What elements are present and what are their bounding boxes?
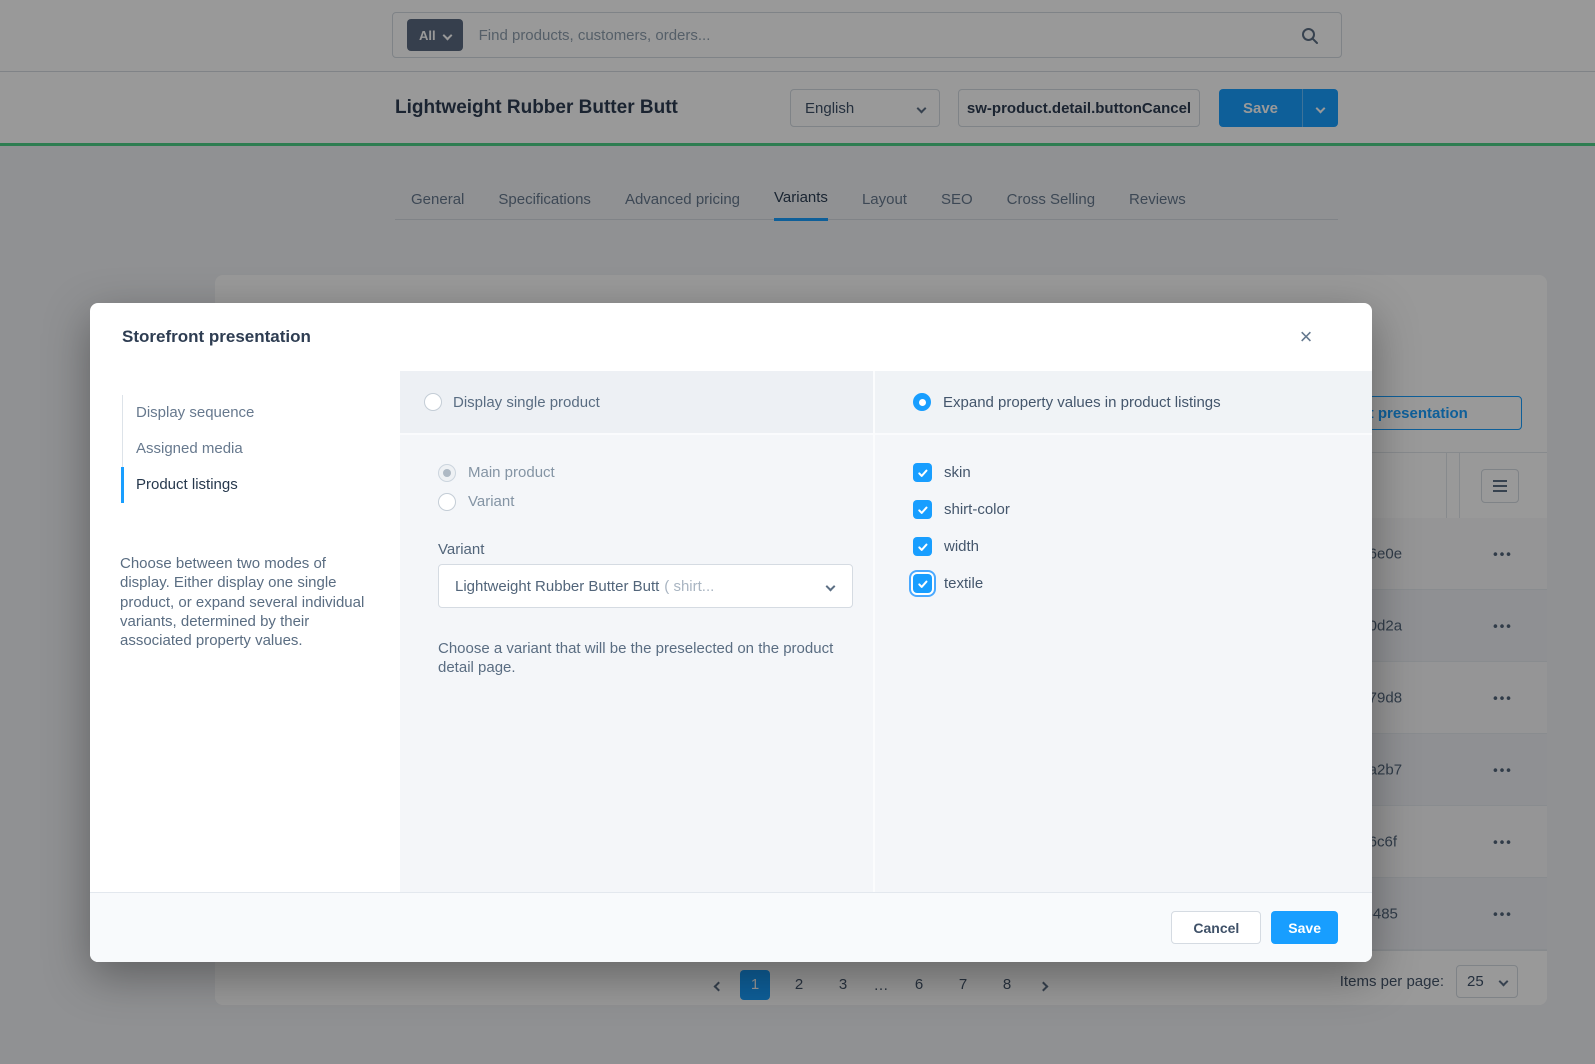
- variant-select[interactable]: Lightweight Rubber Butter Butt ( shirt..…: [438, 564, 853, 608]
- variant-select-label: Variant: [438, 541, 843, 560]
- display-single-product-label: Display single product: [453, 394, 600, 411]
- check-icon: [917, 467, 929, 479]
- expand-properties-column-header: Expand property values in product listin…: [875, 371, 1372, 435]
- property-label: skin: [944, 464, 971, 481]
- variant-radio-label: Variant: [468, 493, 514, 510]
- modal-body: Display sequence Assigned media Product …: [90, 371, 1372, 892]
- check-icon: [917, 504, 929, 516]
- property-checkbox-width[interactable]: [913, 537, 932, 556]
- modal-nav-assigned-media[interactable]: Assigned media: [123, 431, 352, 467]
- single-product-column: Display single product Main product Vari…: [400, 371, 875, 892]
- property-checkbox-textile[interactable]: [913, 574, 932, 593]
- check-icon: [917, 578, 929, 590]
- modal-nav-display-sequence[interactable]: Display sequence: [123, 395, 352, 431]
- main-product-radio[interactable]: [438, 464, 456, 482]
- display-single-product-radio[interactable]: [424, 393, 442, 411]
- expand-property-values-radio[interactable]: [913, 393, 931, 411]
- modal-cancel-button[interactable]: Cancel: [1171, 911, 1261, 944]
- close-button[interactable]: ×: [1290, 321, 1322, 353]
- modal-header: Storefront presentation ×: [90, 303, 1372, 371]
- variant-helper-text: Choose a variant that will be the presel…: [438, 639, 838, 678]
- property-checkbox-skin[interactable]: [913, 463, 932, 482]
- modal-nav: Display sequence Assigned media Product …: [122, 395, 352, 503]
- main-product-label: Main product: [468, 464, 555, 481]
- check-icon: [917, 541, 929, 553]
- expand-property-values-label: Expand property values in product listin…: [943, 394, 1221, 411]
- property-label: shirt-color: [944, 501, 1010, 518]
- modal-footer: Cancel Save: [90, 892, 1372, 962]
- variant-radio[interactable]: [438, 493, 456, 511]
- property-checkbox-shirt-color[interactable]: [913, 500, 932, 519]
- modal-nav-product-listings[interactable]: Product listings: [123, 467, 352, 503]
- modal-sidebar: Display sequence Assigned media Product …: [90, 371, 400, 892]
- single-product-column-header: Display single product: [400, 371, 873, 435]
- close-icon: ×: [1300, 324, 1313, 349]
- variant-select-value: Lightweight Rubber Butter Butt: [455, 578, 659, 595]
- variant-select-value-suffix: ( shirt...: [664, 578, 714, 595]
- mode-description: Choose between two modes of display. Eit…: [120, 554, 372, 650]
- storefront-presentation-modal: Storefront presentation × Display sequen…: [90, 303, 1372, 962]
- modal-title: Storefront presentation: [122, 303, 311, 371]
- property-label: textile: [944, 575, 983, 592]
- expand-properties-column: Expand property values in product listin…: [875, 371, 1372, 892]
- single-product-column-body: Main product Variant Variant Lightweight…: [400, 435, 873, 678]
- property-label: width: [944, 538, 979, 555]
- property-checkbox-list: skin shirt-color width: [875, 435, 1372, 593]
- modal-save-button[interactable]: Save: [1271, 911, 1338, 944]
- chevron-down-icon: [826, 581, 836, 591]
